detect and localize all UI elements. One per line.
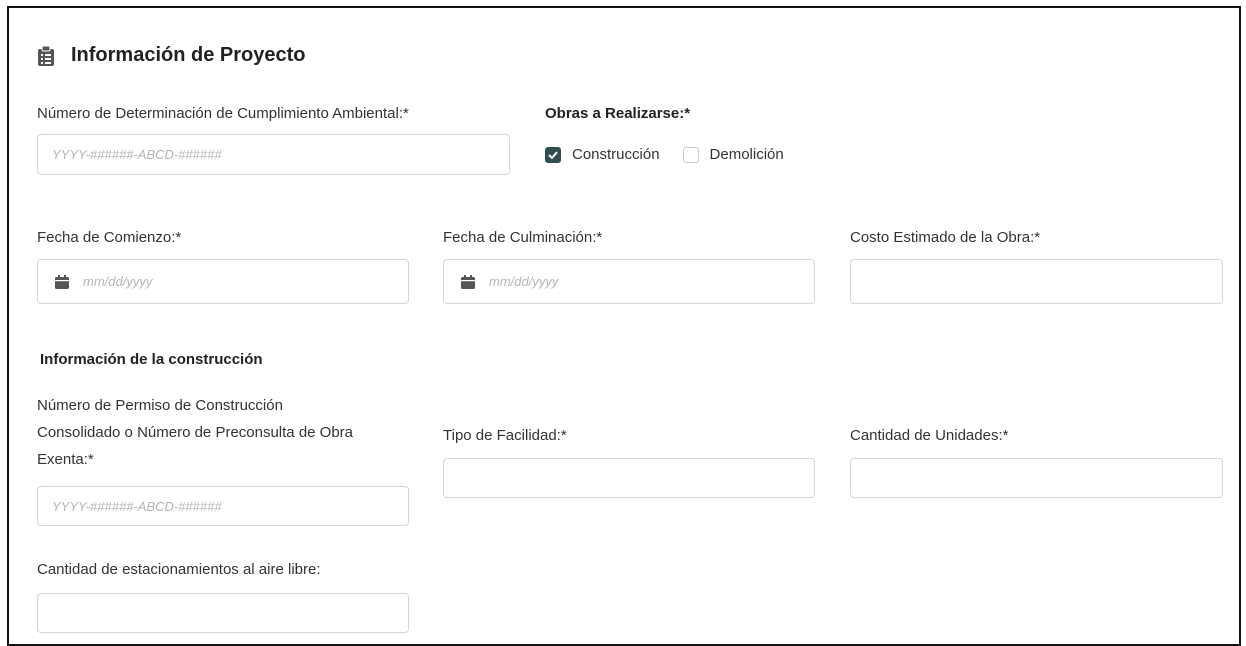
- outdoor-parking-label: Cantidad de estacionamientos al aire lib…: [37, 561, 321, 578]
- estimated-cost-field[interactable]: [850, 259, 1223, 304]
- start-date-label: Fecha de Comienzo:*: [37, 229, 182, 246]
- construction-checkbox-label[interactable]: Construcción: [572, 146, 660, 163]
- environmental-number-field[interactable]: YYYY-######-ABCD-######: [37, 134, 510, 175]
- demolition-checkbox[interactable]: [682, 146, 699, 163]
- environmental-number-label: Número de Determinación de Cumplimiento …: [37, 105, 409, 122]
- permit-number-field[interactable]: YYYY-######-ABCD-######: [37, 486, 409, 526]
- section-title: Información de Proyecto: [71, 44, 306, 66]
- works-label: Obras a Realizarse:*: [545, 105, 691, 122]
- end-date-field[interactable]: mm/dd/yyyy: [443, 259, 815, 304]
- outdoor-parking-field[interactable]: [37, 593, 409, 633]
- clipboard-list-icon: [37, 45, 55, 67]
- units-label: Cantidad de Unidades:*: [850, 427, 1009, 444]
- works-options: Construcción Demolición: [545, 146, 807, 163]
- start-date-field[interactable]: mm/dd/yyyy: [37, 259, 409, 304]
- facility-type-field[interactable]: [443, 458, 815, 498]
- estimated-cost-label: Costo Estimado de la Obra:*: [850, 229, 1041, 246]
- permit-number-label: Número de Permiso de Construcción Consol…: [37, 392, 417, 473]
- checkmark-icon: [548, 150, 558, 159]
- demolition-checkbox-label[interactable]: Demolición: [710, 146, 784, 163]
- permit-number-label-line: Consolidado o Número de Preconsulta de O…: [37, 424, 354, 441]
- environmental-number-placeholder: YYYY-######-ABCD-######: [52, 147, 222, 162]
- permit-number-label-line: Exenta:*: [37, 451, 94, 468]
- start-date-placeholder: mm/dd/yyyy: [83, 274, 153, 289]
- units-field[interactable]: [850, 458, 1223, 498]
- permit-number-placeholder: YYYY-######-ABCD-######: [52, 498, 222, 514]
- permit-number-label-line: Número de Permiso de Construcción: [37, 397, 283, 414]
- project-info-panel: Información de Proyecto Número de Determ…: [7, 6, 1241, 646]
- construction-info-title: Información de la construcción: [40, 351, 263, 368]
- end-date-placeholder: mm/dd/yyyy: [489, 274, 559, 289]
- section-header: Información de Proyecto: [37, 44, 306, 67]
- calendar-icon[interactable]: [54, 274, 70, 290]
- facility-type-label: Tipo de Facilidad:*: [443, 427, 567, 444]
- end-date-label: Fecha de Culminación:*: [443, 229, 603, 246]
- calendar-icon[interactable]: [460, 274, 476, 290]
- construction-checkbox[interactable]: [545, 146, 561, 163]
